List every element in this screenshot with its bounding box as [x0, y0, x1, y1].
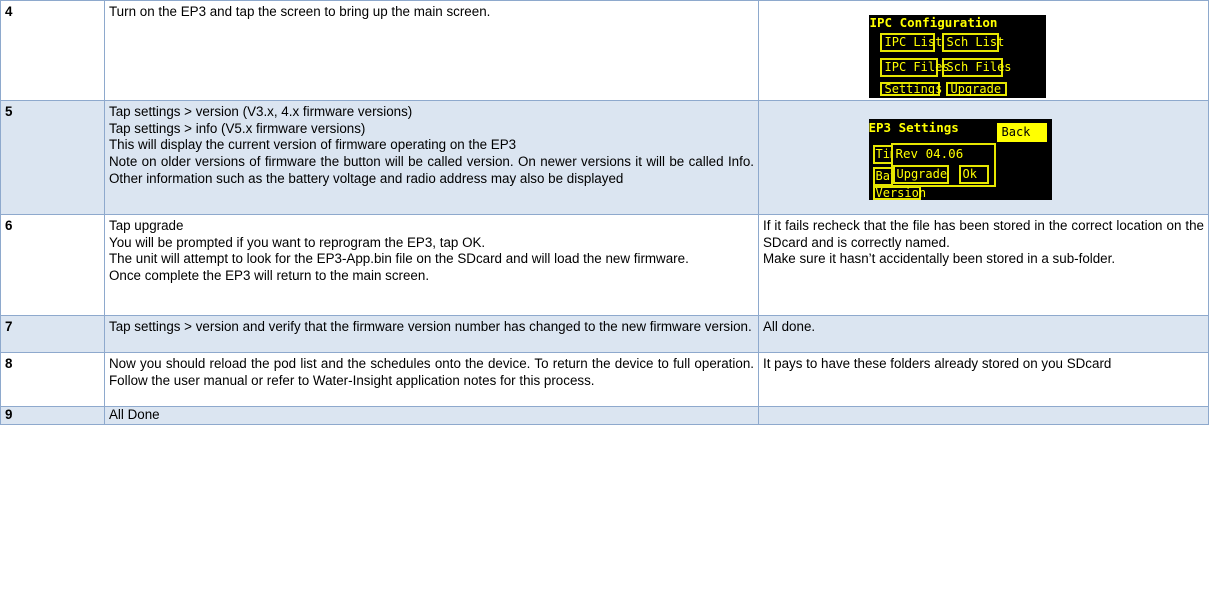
sch-files-button: Sch Files: [941, 57, 1012, 77]
note-text: All done.: [763, 319, 816, 334]
step-row-7: 7 Tap settings > version and verify that…: [0, 315, 1209, 353]
version-popup: Rev 04.06 Upgrade Ok: [890, 142, 996, 187]
settings-button: Settings: [879, 81, 942, 96]
step-row-6: 6 Tap upgrade You will be prompted if yo…: [0, 214, 1209, 316]
step-number: 9: [0, 406, 105, 425]
note-paragraph: Make sure it hasn’t accidentally been st…: [763, 251, 1116, 267]
step-instruction: Tap settings > version (V3.x, 4.x firmwa…: [104, 100, 759, 215]
instruction-line: Tap settings > info (V5.x firmware versi…: [109, 120, 366, 136]
step-number: 5: [0, 100, 105, 215]
step-illustration-cell: IPC Configuration IPC List Sch List IPC …: [758, 0, 1209, 101]
ep3-settings-screen: EP3 Settings Back Tim Bat Version Rev 04…: [868, 118, 1052, 200]
step-note: [758, 406, 1209, 425]
step-instruction: All Done: [104, 406, 759, 425]
step-instruction: Tap upgrade You will be prompted if you …: [104, 214, 759, 316]
step-number: 8: [0, 352, 105, 407]
ipc-configuration-screen: IPC Configuration IPC List Sch List IPC …: [868, 14, 1046, 98]
step-note: All done.: [758, 315, 1209, 353]
screen-title: EP3 Settings: [868, 119, 959, 135]
back-button: Back: [996, 122, 1047, 142]
ipc-list-button: IPC List: [879, 32, 942, 52]
step-instruction: Now you should reload the pod list and t…: [104, 352, 759, 407]
version-button: Version: [872, 185, 926, 200]
instruction-paragraph: The unit will attempt to look for the EP…: [109, 251, 689, 267]
screen-title: IPC Configuration: [869, 14, 998, 30]
step-row-9: 9 All Done: [0, 406, 1209, 425]
instruction-line: You will be prompted if you want to repr…: [109, 234, 486, 250]
step-instruction: Tap settings > version and verify that t…: [104, 315, 759, 353]
instruction-paragraph: Note on older versions of firmware the b…: [109, 154, 754, 186]
instruction-line: Tap settings > version (V3.x, 4.x firmwa…: [109, 104, 413, 119]
popup-upgrade-button: Upgrade: [892, 164, 949, 184]
instruction-line: Tap upgrade: [109, 218, 184, 233]
step-row-5: 5 Tap settings > version (V3.x, 4.x firm…: [0, 100, 1209, 215]
step-row-8: 8 Now you should reload the pod list and…: [0, 352, 1209, 407]
note-paragraph: It pays to have these folders already st…: [763, 356, 1112, 371]
step-instruction: Turn on the EP3 and tap the screen to br…: [104, 0, 759, 101]
instruction-line: All Done: [109, 407, 160, 422]
step-note: If it fails recheck that the file has be…: [758, 214, 1209, 316]
popup-ok-button: Ok: [958, 164, 989, 184]
step-row-4: 4 Turn on the EP3 and tap the screen to …: [0, 0, 1209, 101]
instruction-line: This will display the current version of…: [109, 137, 517, 153]
sch-list-button: Sch List: [941, 32, 1004, 52]
note-paragraph: If it fails recheck that the file has be…: [763, 218, 1204, 250]
instruction-line: Once complete the EP3 will return to the…: [109, 268, 430, 284]
step-number: 4: [0, 0, 105, 101]
instruction-paragraph: Tap settings > version and verify that t…: [109, 319, 752, 334]
instruction-paragraph: Now you should reload the pod list and t…: [109, 356, 754, 388]
ipc-files-button: IPC Files: [879, 57, 950, 77]
firmware-revision-text: Rev 04.06: [895, 145, 964, 161]
instruction-line: Turn on the EP3 and tap the screen to br…: [109, 4, 491, 19]
step-note: It pays to have these folders already st…: [758, 352, 1209, 407]
upgrade-button: Upgrade: [945, 81, 1007, 96]
step-illustration-cell: EP3 Settings Back Tim Bat Version Rev 04…: [758, 100, 1209, 215]
procedure-table: 4 Turn on the EP3 and tap the screen to …: [0, 0, 1209, 425]
step-number: 7: [0, 315, 105, 353]
step-number: 6: [0, 214, 105, 316]
